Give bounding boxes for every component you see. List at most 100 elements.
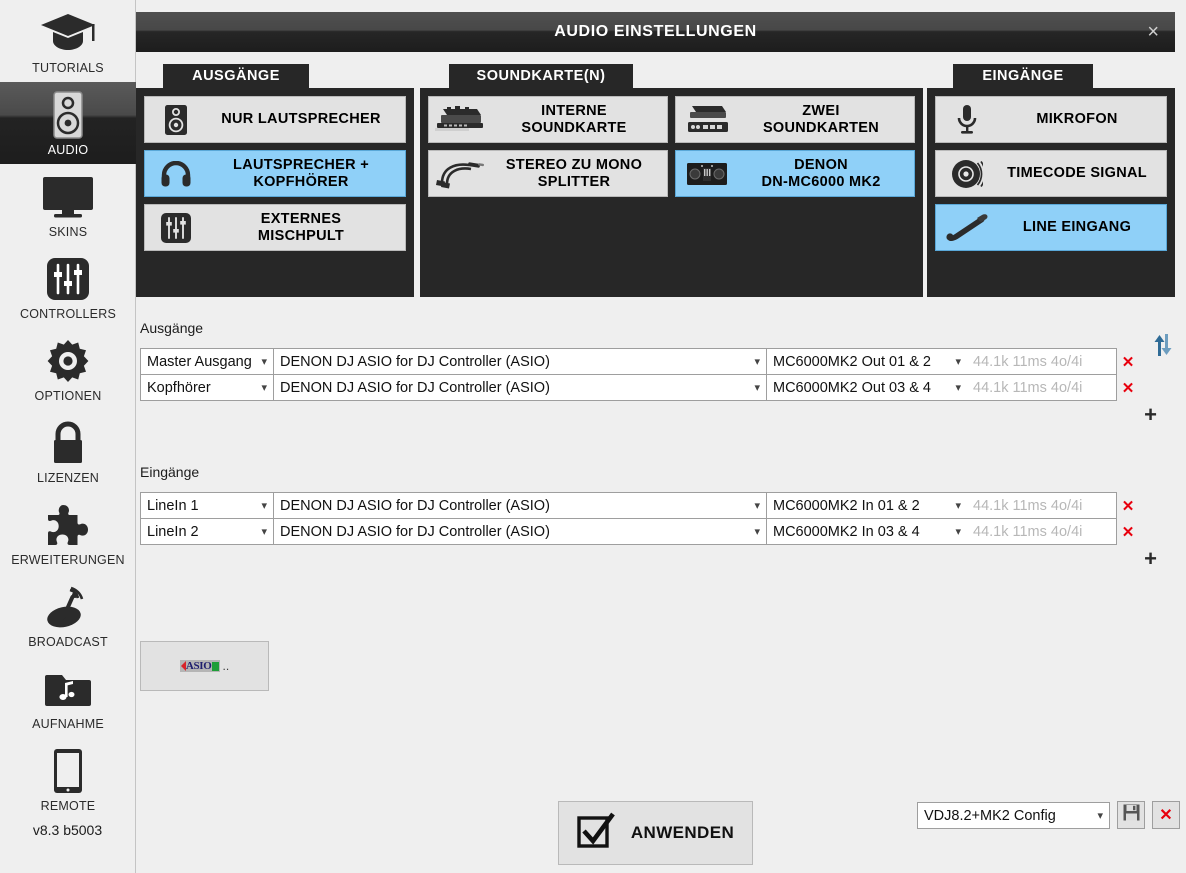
dialog-titlebar: AUDIO EINSTELLUNGEN × <box>136 12 1175 52</box>
input-device-value: DENON DJ ASIO for DJ Controller (ASIO) <box>280 523 550 540</box>
sidebar-item-label: OPTIONEN <box>34 389 102 403</box>
input-channel-select-1[interactable]: MC6000MK2 In 03 & 4 ▾ <box>766 518 968 545</box>
sidebar-item-remote[interactable]: REMOTE <box>0 738 136 820</box>
delete-config-button[interactable]: ✕ <box>1152 801 1180 829</box>
output-name-value: Kopfhörer <box>147 379 211 396</box>
sidebar-item-tutorials[interactable]: TUTORIALS <box>0 0 136 82</box>
sidebar-item-audio[interactable]: AUDIO <box>0 82 136 164</box>
puzzle-piece-icon <box>45 500 91 550</box>
option-line-eingang[interactable]: LINE EINGANG <box>935 204 1167 251</box>
remove-output-button-0[interactable]: ✕ <box>1116 348 1140 375</box>
option-label: TIMECODE SIGNAL <box>1007 165 1147 182</box>
table-row: Kopfhörer ▾ DENON DJ ASIO for DJ Control… <box>140 374 1162 401</box>
option-label: ZWEI SOUNDKARTEN <box>762 103 880 136</box>
input-channel-value: MC6000MK2 In 01 & 2 <box>773 497 920 514</box>
input-device-select-1[interactable]: DENON DJ ASIO for DJ Controller (ASIO) ▾ <box>273 518 767 545</box>
sidebar-item-aufnahme[interactable]: AUFNAHME <box>0 656 136 738</box>
input-device-value: DENON DJ ASIO for DJ Controller (ASIO) <box>280 497 550 514</box>
headphones-icon <box>145 160 207 187</box>
swap-arrows-icon[interactable] <box>1150 332 1176 363</box>
sidebar-item-controllers[interactable]: CONTROLLERS <box>0 246 136 328</box>
two-soundcards-icon <box>676 104 738 136</box>
option-nur-lautsprecher[interactable]: NUR LAUTSPRECHER <box>144 96 406 143</box>
option-stereo-zu-mono-splitter[interactable]: STEREO ZU MONO SPLITTER <box>428 150 668 197</box>
asio-logo-text: ASIO <box>185 660 212 672</box>
output-channel-select-0[interactable]: MC6000MK2 Out 01 & 2 ▾ <box>766 348 968 375</box>
option-mikrofon[interactable]: MIKROFON <box>935 96 1167 143</box>
option-lautsprecher-kopfhoerer[interactable]: LAUTSPRECHER + KOPFHÖRER <box>144 150 406 197</box>
tab-outputs[interactable]: AUSGÄNGE <box>163 64 309 88</box>
tab-inputs[interactable]: EINGÄNGE <box>953 64 1093 88</box>
chevron-down-icon: ▾ <box>955 500 961 512</box>
apply-button[interactable]: ANWENDEN <box>558 801 753 865</box>
config-preset-value: VDJ8.2+MK2 Config <box>924 807 1056 824</box>
page-title: AUDIO EINSTELLUNGEN <box>554 23 757 40</box>
sidebar-item-label: TUTORIALS <box>32 61 104 75</box>
sidebar-item-optionen[interactable]: OPTIONEN <box>0 328 136 410</box>
music-folder-icon <box>44 664 92 714</box>
chevron-down-icon: ▾ <box>754 526 760 538</box>
output-channel-value: MC6000MK2 Out 03 & 4 <box>773 379 931 396</box>
option-timecode-signal[interactable]: TIMECODE SIGNAL <box>935 150 1167 197</box>
option-label: DENON DN-MC6000 MK2 <box>761 157 881 190</box>
table-row: LineIn 1 ▾ DENON DJ ASIO for DJ Controll… <box>140 492 1162 519</box>
chevron-down-icon: ▾ <box>261 526 267 538</box>
option-label: INTERNE SOUNDKARTE <box>521 103 627 136</box>
tab-soundcards[interactable]: SOUNDKARTE(N) <box>449 64 633 88</box>
monitor-icon <box>40 172 96 222</box>
option-zwei-soundkarten[interactable]: ZWEI SOUNDKARTEN <box>675 96 915 143</box>
remove-input-button-1[interactable]: ✕ <box>1116 518 1140 545</box>
chevron-down-icon: ▾ <box>754 382 760 394</box>
sidebar-item-broadcast[interactable]: BROADCAST <box>0 574 136 656</box>
output-device-select-0[interactable]: DENON DJ ASIO for DJ Controller (ASIO) ▾ <box>273 348 767 375</box>
option-label: LINE EINGANG <box>1022 219 1132 236</box>
apply-button-label: ANWENDEN <box>630 823 735 842</box>
chevron-down-icon: ▾ <box>261 382 267 394</box>
output-channel-value: MC6000MK2 Out 01 & 2 <box>773 353 931 370</box>
sidebar-item-skins[interactable]: SKINS <box>0 164 136 246</box>
input-latency-1: 44.1k 11ms 4o/4i <box>967 518 1117 545</box>
speaker-icon <box>145 104 207 136</box>
soundcard-pci-icon <box>429 105 491 135</box>
remove-output-button-1[interactable]: ✕ <box>1116 374 1140 401</box>
add-input-button[interactable]: + <box>1144 548 1157 570</box>
input-channel-value: MC6000MK2 In 03 & 4 <box>773 523 920 540</box>
asio-config-button[interactable]: ASIO .. <box>140 641 269 691</box>
close-icon[interactable]: × <box>1147 22 1159 42</box>
output-device-select-1[interactable]: DENON DJ ASIO for DJ Controller (ASIO) ▾ <box>273 374 767 401</box>
sidebar-item-label: REMOTE <box>40 799 96 813</box>
sidebar-item-lizenzen[interactable]: LIZENZEN <box>0 410 136 492</box>
option-denon-dn-mc6000-mk2[interactable]: DENON DN-MC6000 MK2 <box>675 150 915 197</box>
soundcards-panel-body: INTERNE SOUNDKARTE ZWEI SOUNDKARTEN STEREO… <box>420 88 923 297</box>
table-row: LineIn 2 ▾ DENON DJ ASIO for DJ Controll… <box>140 518 1162 545</box>
sidebar-item-label: BROADCAST <box>28 635 108 649</box>
input-name-select-0[interactable]: LineIn 1 ▾ <box>140 492 274 519</box>
output-channel-select-1[interactable]: MC6000MK2 Out 03 & 4 ▾ <box>766 374 968 401</box>
graduation-cap-icon <box>39 8 97 58</box>
save-config-button[interactable] <box>1117 801 1145 829</box>
option-externes-mischpult[interactable]: EXTERNES MISCHPULT <box>144 204 406 251</box>
output-name-select-0[interactable]: Master Ausgang ▾ <box>140 348 274 375</box>
option-label: EXTERNES MISCHPULT <box>257 211 345 244</box>
lock-icon <box>48 418 88 468</box>
output-name-select-1[interactable]: Kopfhörer ▾ <box>140 374 274 401</box>
input-device-select-0[interactable]: DENON DJ ASIO for DJ Controller (ASIO) ▾ <box>273 492 767 519</box>
option-interne-soundkarte[interactable]: INTERNE SOUNDKARTE <box>428 96 668 143</box>
input-latency-0: 44.1k 11ms 4o/4i <box>967 492 1117 519</box>
option-label: NUR LAUTSPRECHER <box>221 111 381 128</box>
chevron-down-icon: ▾ <box>754 500 760 512</box>
inputs-routing-table: LineIn 1 ▾ DENON DJ ASIO for DJ Controll… <box>140 492 1162 570</box>
output-device-value: DENON DJ ASIO for DJ Controller (ASIO) <box>280 379 550 396</box>
option-label: LAUTSPRECHER + KOPFHÖRER <box>233 157 369 190</box>
config-preset-select[interactable]: VDJ8.2+MK2 Config ▾ <box>917 802 1110 829</box>
sidebar-item-erweiterungen[interactable]: ERWEITERUNGEN <box>0 492 136 574</box>
asio-ellipsis: .. <box>222 659 230 673</box>
chevron-down-icon: ▾ <box>955 382 961 394</box>
input-name-select-1[interactable]: LineIn 2 ▾ <box>140 518 274 545</box>
splitter-cable-icon <box>429 159 491 189</box>
sidebar-item-label: SKINS <box>48 225 88 239</box>
add-output-button[interactable]: + <box>1144 404 1157 426</box>
input-channel-select-0[interactable]: MC6000MK2 In 01 & 2 ▾ <box>766 492 968 519</box>
remove-input-button-0[interactable]: ✕ <box>1116 492 1140 519</box>
mixer-sliders-icon <box>145 212 207 243</box>
